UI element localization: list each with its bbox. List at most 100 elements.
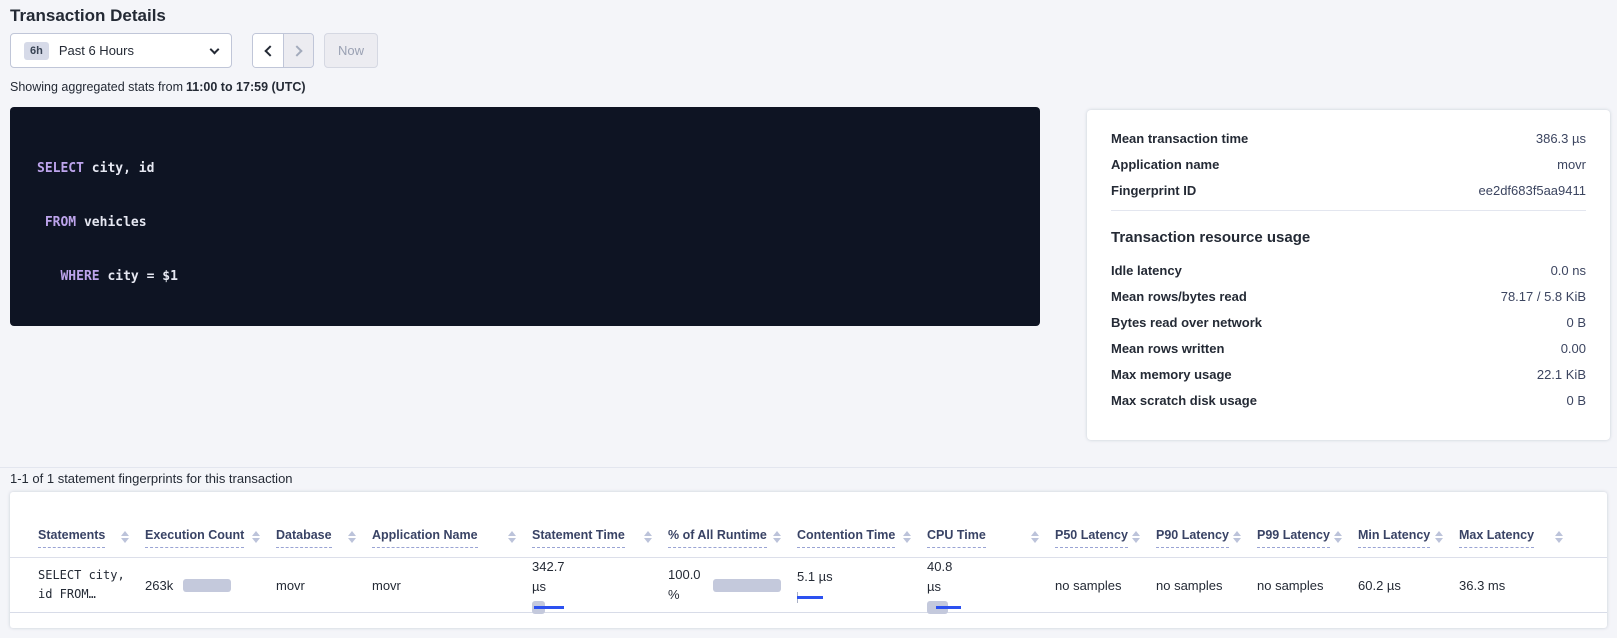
summary-label: Mean rows written <box>1111 342 1224 356</box>
execution-count-bar <box>183 579 231 592</box>
col-header-runtime-pct[interactable]: % of All Runtime <box>668 529 797 548</box>
col-header-p50-latency[interactable]: P50 Latency <box>1055 529 1156 548</box>
sql-keyword: FROM <box>45 215 76 230</box>
cell-cpu-time: 40.8 µs <box>927 557 1055 614</box>
col-header-p90-latency[interactable]: P90 Latency <box>1156 529 1257 548</box>
cell-database: movr <box>276 578 372 593</box>
col-header-p99-latency[interactable]: P99 Latency <box>1257 529 1358 548</box>
summary-row: Idle latency 0.0 ns <box>1111 264 1586 278</box>
cell-max-latency: 36.3 ms <box>1459 578 1579 593</box>
cell-runtime-pct: 100.0 % <box>668 565 797 605</box>
statement-count-text: 1-1 of 1 statement fingerprints for this… <box>10 471 293 486</box>
sort-icon[interactable] <box>903 531 911 543</box>
sql-line: FROM vehicles <box>37 214 1013 232</box>
summary-label: Mean transaction time <box>1111 132 1248 146</box>
cell-execution-count: 263k <box>145 578 276 593</box>
col-header-contention-time[interactable]: Contention Time <box>797 529 927 548</box>
aggregation-subtitle: Showing aggregated stats from11:00 to 17… <box>10 80 306 94</box>
chevron-right-icon <box>291 45 302 56</box>
section-divider <box>0 467 1617 468</box>
time-picker: 6h Past 6 Hours Now <box>10 33 378 68</box>
time-range-dropdown[interactable]: 6h Past 6 Hours <box>10 33 232 68</box>
col-header-min-latency[interactable]: Min Latency <box>1358 529 1459 548</box>
col-header-cpu-time[interactable]: CPU Time <box>927 529 1055 548</box>
subtitle-prefix: Showing aggregated stats from <box>10 80 183 94</box>
summary-row: Application name movr <box>1111 158 1586 172</box>
now-button[interactable]: Now <box>324 33 378 68</box>
resource-usage-heading: Transaction resource usage <box>1111 229 1586 246</box>
cell-p90-latency: no samples <box>1156 578 1257 593</box>
summary-row: Max memory usage 22.1 KiB <box>1111 368 1586 382</box>
summary-value: 22.1 KiB <box>1537 368 1586 382</box>
statement-link-line2[interactable]: id FROM… <box>38 585 96 604</box>
statement-link-line1[interactable]: SELECT city, <box>38 566 125 585</box>
summary-label: Idle latency <box>1111 264 1182 278</box>
sort-icon[interactable] <box>1334 531 1342 543</box>
sql-line: WHERE city = $1 <box>37 268 1013 286</box>
col-header-application-name[interactable]: Application Name <box>372 529 532 548</box>
sort-icon[interactable] <box>1031 531 1039 543</box>
sql-line: SELECT city, id <box>37 160 1013 178</box>
prev-time-button[interactable] <box>253 34 283 67</box>
sql-keyword: SELECT <box>37 161 84 176</box>
cpu-time-bar <box>927 601 961 614</box>
time-nav-group <box>252 33 314 68</box>
time-range-label: Past 6 Hours <box>59 43 134 58</box>
page-title: Transaction Details <box>10 6 166 26</box>
col-header-max-latency[interactable]: Max Latency <box>1459 529 1579 548</box>
sort-icon[interactable] <box>773 531 781 543</box>
sort-icon[interactable] <box>1555 531 1563 543</box>
summary-label: Max memory usage <box>1111 368 1232 382</box>
sort-icon[interactable] <box>121 531 129 543</box>
summary-row: Max scratch disk usage 0 B <box>1111 394 1586 408</box>
summary-label: Mean rows/bytes read <box>1111 290 1247 304</box>
time-range-badge: 6h <box>24 42 49 60</box>
sort-icon[interactable] <box>1435 531 1443 543</box>
table-row[interactable]: SELECT city, id FROM… 263k movr movr 342… <box>10 558 1607 613</box>
summary-value: 0 B <box>1566 316 1586 330</box>
summary-value: ee2df683f5aa9411 <box>1479 184 1586 198</box>
statements-table: Statements Execution Count Database Appl… <box>10 492 1607 628</box>
sort-icon[interactable] <box>644 531 652 543</box>
cell-statement[interactable]: SELECT city, id FROM… <box>38 566 145 604</box>
col-header-statements[interactable]: Statements <box>38 529 145 548</box>
sort-icon[interactable] <box>348 531 356 543</box>
statement-time-bar <box>532 601 566 614</box>
summary-label: Fingerprint ID <box>1111 184 1196 198</box>
cell-application-name: movr <box>372 578 532 593</box>
sort-icon[interactable] <box>508 531 516 543</box>
summary-row: Mean rows/bytes read 78.17 / 5.8 KiB <box>1111 290 1586 304</box>
summary-row: Mean transaction time 386.3 µs <box>1111 132 1586 146</box>
sort-icon[interactable] <box>1233 531 1241 543</box>
summary-row: Fingerprint ID ee2df683f5aa9411 <box>1111 184 1586 198</box>
chevron-left-icon <box>264 45 275 56</box>
summary-value: 0.0 ns <box>1551 264 1586 278</box>
summary-value: movr <box>1557 158 1586 172</box>
summary-divider <box>1111 210 1586 211</box>
cell-statement-time: 342.7 µs <box>532 557 668 614</box>
col-header-statement-time[interactable]: Statement Time <box>532 529 668 548</box>
subtitle-range: 11:00 to 17:59 (UTC) <box>186 80 305 94</box>
sql-statement-box: SELECT city, id FROM vehicles WHERE city… <box>10 107 1040 326</box>
chevron-down-icon <box>210 44 220 54</box>
sort-icon[interactable] <box>252 531 260 543</box>
cell-p50-latency: no samples <box>1055 578 1156 593</box>
cell-min-latency: 60.2 µs <box>1358 578 1459 593</box>
next-time-button[interactable] <box>283 34 313 67</box>
summary-row: Mean rows written 0.00 <box>1111 342 1586 356</box>
col-header-database[interactable]: Database <box>276 529 372 548</box>
cell-contention-time: 5.1 µs <box>797 567 927 604</box>
summary-value: 78.17 / 5.8 KiB <box>1501 290 1586 304</box>
summary-value: 0 B <box>1566 394 1586 408</box>
runtime-pct-bar <box>713 579 781 592</box>
sort-icon[interactable] <box>1132 531 1140 543</box>
transaction-summary-card: Mean transaction time 386.3 µs Applicati… <box>1087 110 1610 440</box>
col-header-execution-count[interactable]: Execution Count <box>145 529 276 548</box>
contention-time-bar <box>797 591 825 604</box>
summary-label: Max scratch disk usage <box>1111 394 1257 408</box>
summary-label: Bytes read over network <box>1111 316 1262 330</box>
sql-keyword: WHERE <box>60 269 99 284</box>
cell-p99-latency: no samples <box>1257 578 1358 593</box>
table-header-row: Statements Execution Count Database Appl… <box>10 492 1607 558</box>
summary-row: Bytes read over network 0 B <box>1111 316 1586 330</box>
